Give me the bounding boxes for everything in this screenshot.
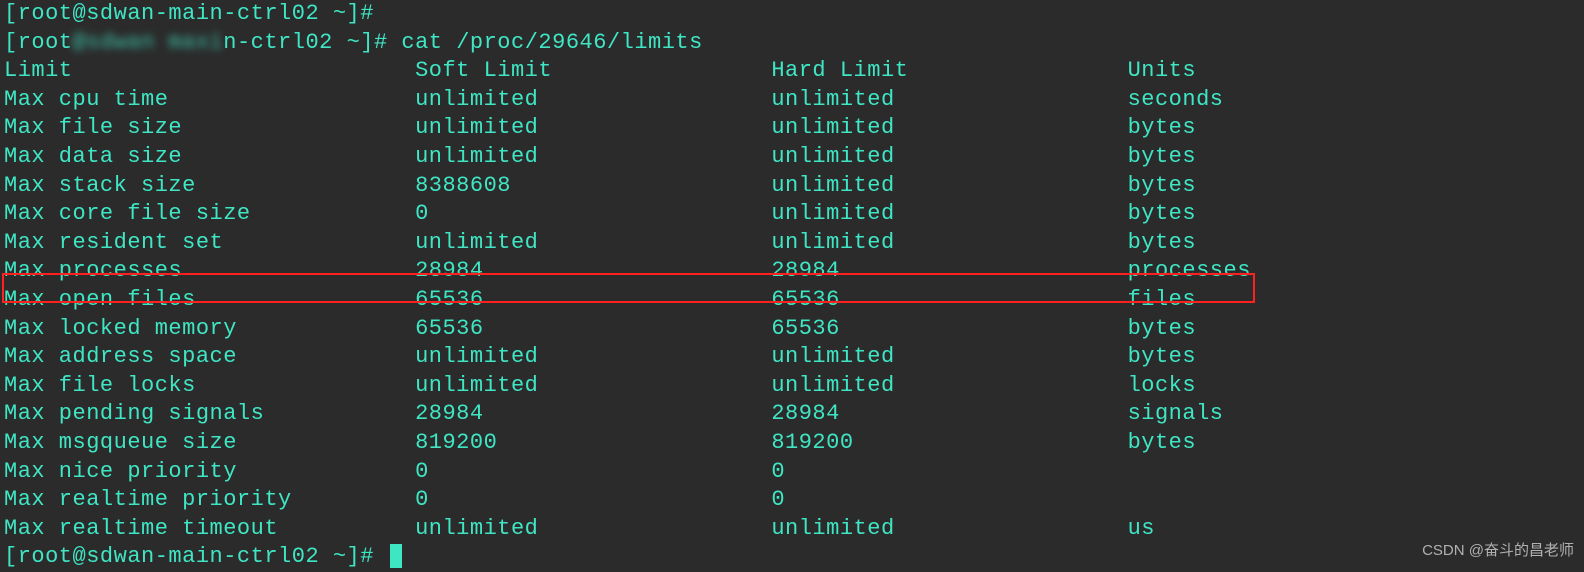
output-row: Max address space unlimited unlimited by… bbox=[4, 343, 1580, 372]
prompt-line-current: [root@sdwan-main-ctrl02 ~]# bbox=[4, 543, 1580, 572]
output-row: Max pending signals 28984 28984 signals bbox=[4, 400, 1580, 429]
output-row: Max stack size 8388608 unlimited bytes bbox=[4, 172, 1580, 201]
output-row: Max core file size 0 unlimited bytes bbox=[4, 200, 1580, 229]
output-row: Max realtime timeout unlimited unlimited… bbox=[4, 515, 1580, 544]
output-row: Max nice priority 0 0 bbox=[4, 458, 1580, 487]
output-row: Max processes 28984 28984 processes bbox=[4, 257, 1580, 286]
watermark-text: CSDN @奋斗的昌老师 bbox=[1422, 541, 1574, 561]
output-row: Max file locks unlimited unlimited locks bbox=[4, 372, 1580, 401]
prompt-host: n-ctrl02 ~]# bbox=[223, 30, 387, 55]
cursor bbox=[390, 544, 402, 568]
output-row: Max msgqueue size 819200 819200 bytes bbox=[4, 429, 1580, 458]
output-row: Max locked memory 65536 65536 bytes bbox=[4, 315, 1580, 344]
prompt-line-prev: [root@sdwan-main-ctrl02 ~]# bbox=[4, 0, 1580, 29]
prompt-text: [root@sdwan-main-ctrl02 ~]# bbox=[4, 1, 374, 26]
prompt-blurred: @sdwan maxi bbox=[73, 30, 224, 55]
command-text: cat /proc/29646/limits bbox=[388, 30, 703, 55]
prompt-line-command: [root@sdwan maxin-ctrl02 ~]# cat /proc/2… bbox=[4, 29, 1580, 58]
terminal-output[interactable]: [root@sdwan-main-ctrl02 ~]# [root@sdwan … bbox=[0, 0, 1584, 572]
output-row: Max resident set unlimited unlimited byt… bbox=[4, 229, 1580, 258]
prompt-text-last: [root@sdwan-main-ctrl02 ~]# bbox=[4, 544, 374, 569]
output-row: Max open files 65536 65536 files bbox=[4, 286, 1580, 315]
output-row: Max cpu time unlimited unlimited seconds bbox=[4, 86, 1580, 115]
output-row: Max file size unlimited unlimited bytes bbox=[4, 114, 1580, 143]
output-row: Max data size unlimited unlimited bytes bbox=[4, 143, 1580, 172]
header-row: Limit Soft Limit Hard Limit Units bbox=[4, 57, 1580, 86]
prompt-user: [root bbox=[4, 30, 73, 55]
output-row: Max realtime priority 0 0 bbox=[4, 486, 1580, 515]
